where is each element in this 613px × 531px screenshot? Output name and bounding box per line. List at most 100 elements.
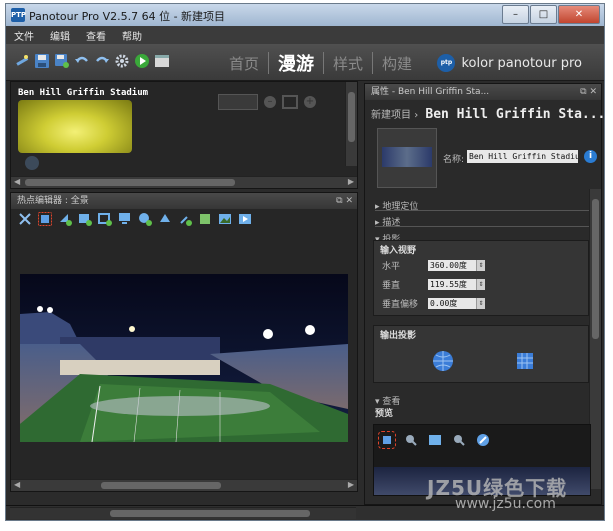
add-picture-icon[interactable] [218,212,232,226]
watermark-url: www.jz5u.com [455,496,556,512]
select-icon[interactable] [378,431,396,449]
add-screen-hotspot-icon[interactable] [118,212,132,226]
menu-bar: 文件 编辑 查看 帮助 [6,26,604,44]
horizontal-row: 水平 360.00度 ⇕ [382,259,485,272]
float-panel-icon[interactable]: ⧉ [336,196,342,206]
brand: ptp kolor panotour pro [437,54,582,72]
panel-buttons: ⧉ ✕ [336,193,353,209]
magic-wand-icon[interactable] [14,53,30,69]
name-field[interactable]: Ben Hill Griffin Stadium [467,150,578,163]
menu-file[interactable]: 文件 [6,28,42,43]
gear-icon[interactable] [114,53,130,69]
add-polygon-icon[interactable] [158,212,172,226]
menu-view[interactable]: 查看 [78,28,114,43]
panorama-image[interactable] [20,274,348,442]
hscroll-thumb[interactable] [110,510,310,517]
scroll-right-arrow-icon[interactable]: ▶ [348,480,354,489]
main-toolbar: 首页 漫游 样式 构建 ptp kolor panotour pro [6,44,604,81]
maximize-button[interactable]: □ [530,5,557,24]
hotspot-editor-title: 热点编辑器 : 全景 [17,196,89,206]
add-rect-icon[interactable] [198,212,212,226]
breadcrumb-separator: › [414,110,419,121]
hscroll-thumb[interactable] [101,482,221,489]
redo-icon[interactable] [94,53,110,69]
vertical-label: 垂直 [382,281,401,291]
horizontal-input[interactable]: 360.00度 [428,260,476,271]
frame-icon[interactable] [428,433,442,447]
breadcrumb: 新建项目 › Ben Hill Griffin Sta... [371,106,605,122]
add-sphere-hotspot-icon[interactable] [138,212,152,226]
zoom-out-icon[interactable]: – [264,96,276,108]
pin2-icon[interactable] [452,433,466,447]
scroll-left-arrow-icon[interactable]: ◀ [14,480,20,489]
pano-label: Ben Hill Griffin Stadium [18,88,149,98]
breadcrumb-root[interactable]: 新建项目 [371,110,411,121]
name-label: 名称: [443,155,465,165]
thumb-image [382,147,432,167]
arrows-icon[interactable] [18,212,32,226]
menu-help[interactable]: 帮助 [114,28,150,43]
close-panel-icon[interactable]: ✕ [345,196,353,206]
status-hscroll[interactable] [10,507,356,519]
spin-arrows-icon[interactable]: ⇕ [476,260,485,271]
add-point-icon[interactable] [178,212,192,226]
vertical-offset-input[interactable]: 0.00度 [428,298,476,309]
pano-list-hscroll[interactable]: ◀ ▶ [11,176,357,188]
float-panel-icon[interactable]: ⧉ [580,87,586,97]
tab-style[interactable]: 样式 [324,53,372,74]
pano-list-vscroll[interactable] [345,82,357,166]
panel-buttons: ⧉ ✕ [580,84,597,100]
hotspot-hscroll[interactable]: ◀ ▶ [11,479,357,491]
vscroll-thumb[interactable] [592,199,599,339]
hotspot-tools [18,212,258,226]
ptp-logo-icon: ptp [437,54,456,72]
zoom-slider[interactable] [218,94,258,110]
spin-arrows-icon[interactable]: ⇕ [476,279,485,290]
menu-edit[interactable]: 编辑 [42,28,78,43]
spin-arrows-icon[interactable]: ⇕ [476,298,485,309]
save-icon[interactable] [34,53,50,69]
save-as-icon[interactable] [54,53,70,69]
close-button[interactable]: ✕ [558,5,600,24]
add-video-icon[interactable] [238,212,252,226]
tab-build[interactable]: 构建 [373,53,421,74]
scroll-right-arrow-icon[interactable]: ▶ [348,177,354,186]
pano-preview-thumb[interactable] [377,128,437,188]
horizontal-label: 水平 [382,262,401,272]
vertical-input[interactable]: 119.55度 [428,279,476,290]
tab-home[interactable]: 首页 [220,53,268,74]
add-frame-hotspot-icon[interactable] [98,212,112,226]
fit-view-icon[interactable] [282,95,298,109]
toolbar-icons [14,53,174,69]
location-pin-icon[interactable] [25,156,39,170]
pano-thumbnail[interactable] [18,100,132,153]
hscroll-thumb[interactable] [25,179,235,186]
add-image-hotspot-icon[interactable] [78,212,92,226]
scroll-left-arrow-icon[interactable]: ◀ [14,177,20,186]
app-icon: PTP [11,8,26,22]
input-view-box: 输入视野 水平 360.00度 ⇕ 垂直 119.55度 ⇕ 垂直偏移 0.00… [373,240,589,316]
compass-icon[interactable] [476,433,490,447]
add-arrow-hotspot-icon[interactable] [58,212,72,226]
select-icon[interactable] [38,212,52,226]
vertical-row: 垂直 119.55度 ⇕ [382,278,485,291]
close-panel-icon[interactable]: ✕ [589,87,597,97]
info-icon[interactable]: i [584,150,597,163]
preview-title: 预览 [375,409,394,419]
view-controls: – + [218,94,322,110]
brand-name: kolor panotour pro [461,55,582,71]
sphere-icon[interactable] [432,350,454,372]
cube-icon[interactable] [514,350,536,372]
app-window: PTP Panotour Pro V2.5.7 64 位 - 新建项目 – □ … [5,3,605,521]
undo-icon[interactable] [74,53,90,69]
vertical-offset-label: 垂直偏移 [382,300,419,310]
window-icon[interactable] [154,53,170,69]
zoom-in-icon[interactable]: + [304,96,316,108]
input-view-title: 输入视野 [380,246,417,256]
play-icon[interactable] [134,53,150,69]
minimize-button[interactable]: – [502,5,529,24]
pin-icon[interactable] [404,433,418,447]
vscroll-thumb[interactable] [348,92,355,142]
tab-tour[interactable]: 漫游 [269,50,323,76]
properties-panel: 属性 - Ben Hill Griffin Sta... ⧉ ✕ 新建项目 › … [364,83,605,505]
